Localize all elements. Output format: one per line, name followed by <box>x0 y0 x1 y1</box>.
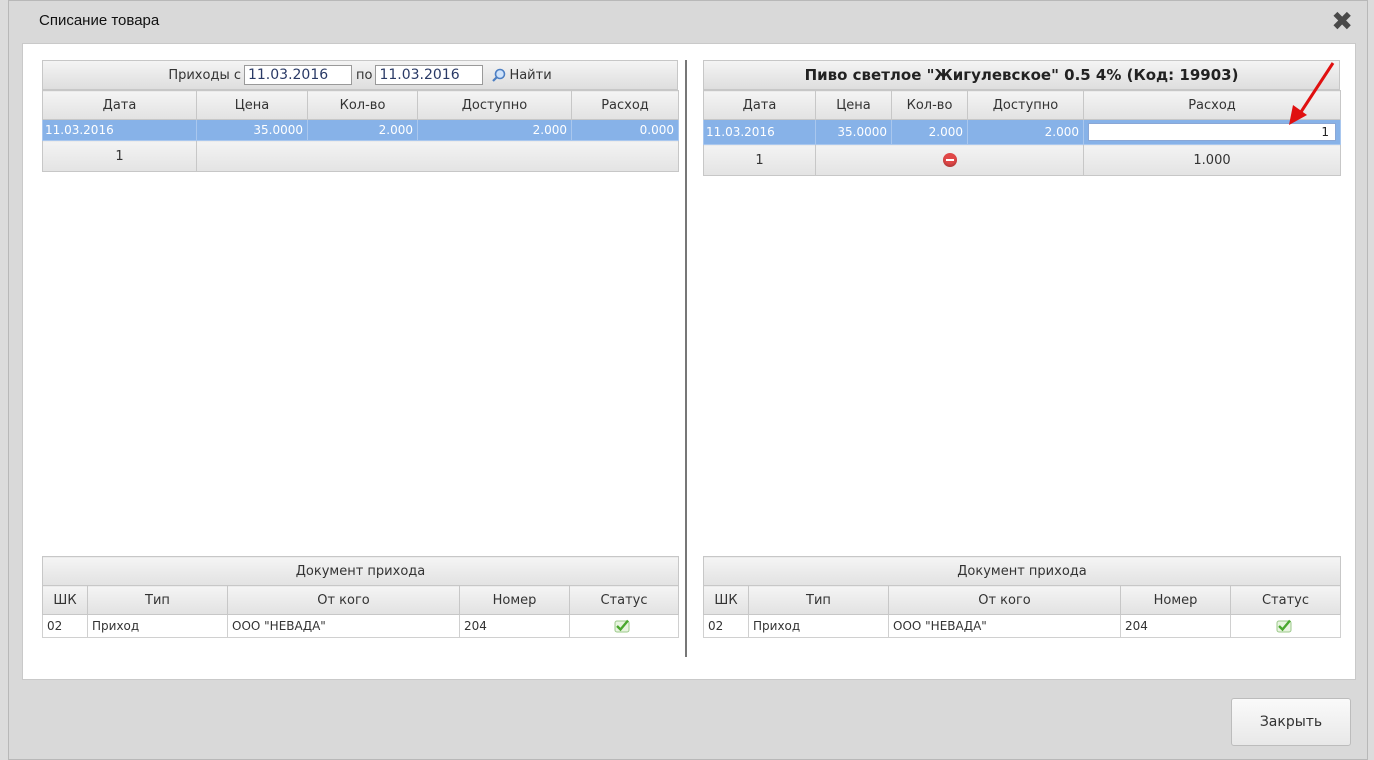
col-qty[interactable]: Кол-во <box>891 90 968 120</box>
cell-price: 35.0000 <box>196 119 308 141</box>
total-count: 1 <box>42 140 197 172</box>
product-title: Пиво светлое "Жигулевское" 0.5 4% (Код: … <box>804 66 1239 84</box>
doc-number: 204 <box>1120 614 1231 638</box>
doc-code: 02 <box>703 614 749 638</box>
doc-number: 204 <box>459 614 570 638</box>
cell-qty: 2.000 <box>891 119 968 145</box>
doc-col-from[interactable]: От кого <box>227 585 460 615</box>
date-from-input[interactable]: 11.03.2016 <box>243 65 352 85</box>
col-qty[interactable]: Кол-во <box>307 90 418 120</box>
find-button[interactable]: Найти <box>491 67 552 83</box>
cell-available: 2.000 <box>967 119 1084 145</box>
doc-status <box>569 614 679 638</box>
close-icon[interactable]: ✖ <box>1331 7 1353 37</box>
table-row[interactable]: 11.03.2016 35.0000 2.000 2.000 0.000 <box>42 119 679 141</box>
check-icon <box>614 619 630 633</box>
col-available[interactable]: Доступно <box>967 90 1084 120</box>
cell-qty: 2.000 <box>307 119 418 141</box>
search-icon <box>492 68 506 82</box>
doc-col-type[interactable]: Тип <box>87 585 228 615</box>
product-title-bar: Пиво светлое "Жигулевское" 0.5 4% (Код: … <box>703 60 1340 90</box>
doc-title: Документ прихода <box>42 556 679 586</box>
doc-col-number[interactable]: Номер <box>1120 585 1231 615</box>
doc-row[interactable]: 02 Приход ООО "НЕВАДА" 204 <box>703 614 1341 638</box>
doc-from: ООО "НЕВАДА" <box>888 614 1121 638</box>
doc-title: Документ прихода <box>703 556 1341 586</box>
doc-type: Приход <box>87 614 228 638</box>
col-date[interactable]: Дата <box>703 90 816 120</box>
date-to-input[interactable]: 11.03.2016 <box>375 65 484 85</box>
doc-col-code[interactable]: ШК <box>42 585 88 615</box>
cell-date: 11.03.2016 <box>42 119 197 141</box>
doc-code: 02 <box>42 614 88 638</box>
total-row: 1 1.000 <box>703 144 1341 176</box>
red-arrow-icon <box>1289 62 1335 125</box>
to-label: по <box>355 67 373 83</box>
total-empty <box>196 140 679 172</box>
incoming-filter-bar: Приходы с 11.03.2016 по 11.03.2016 Найти <box>42 60 678 90</box>
panel-divider <box>685 60 687 657</box>
col-date[interactable]: Дата <box>42 90 197 120</box>
remove-cell <box>815 144 1084 176</box>
from-label: Приходы с <box>168 67 241 83</box>
writeoff-table: Дата Цена Кол-во Доступно Расход 11.03.2… <box>703 90 1341 176</box>
doc-col-from[interactable]: От кого <box>888 585 1121 615</box>
total-row: 1 <box>42 140 679 172</box>
find-label: Найти <box>509 67 552 83</box>
doc-status <box>1230 614 1341 638</box>
writeoff-doc-table: Документ прихода ШК Тип От кого Номер Ст… <box>703 556 1341 638</box>
col-expense[interactable]: Расход <box>571 90 679 120</box>
doc-col-type[interactable]: Тип <box>748 585 889 615</box>
incoming-doc-table: Документ прихода ШК Тип От кого Номер Ст… <box>42 556 679 638</box>
remove-icon[interactable] <box>942 153 957 167</box>
col-price[interactable]: Цена <box>815 90 892 120</box>
doc-row[interactable]: 02 Приход ООО "НЕВАДА" 204 <box>42 614 679 638</box>
cell-expense: 0.000 <box>571 119 679 141</box>
col-price[interactable]: Цена <box>196 90 308 120</box>
close-button[interactable]: Закрыть <box>1231 698 1351 746</box>
cell-price: 35.0000 <box>815 119 892 145</box>
doc-col-code[interactable]: ШК <box>703 585 749 615</box>
write-off-dialog: Списание товара ✖ Приходы с 11.03.2016 п… <box>8 0 1368 760</box>
dialog-titlebar: Списание товара ✖ <box>9 1 1367 41</box>
doc-type: Приход <box>748 614 889 638</box>
doc-col-number[interactable]: Номер <box>459 585 570 615</box>
cell-available: 2.000 <box>417 119 572 141</box>
dialog-content: Приходы с 11.03.2016 по 11.03.2016 Найти… <box>22 43 1356 680</box>
cell-date: 11.03.2016 <box>703 119 816 145</box>
doc-col-status[interactable]: Статус <box>569 585 679 615</box>
total-expense: 1.000 <box>1083 144 1341 176</box>
total-count: 1 <box>703 144 816 176</box>
incoming-table: Дата Цена Кол-во Доступно Расход 11.03.2… <box>42 90 679 172</box>
doc-from: ООО "НЕВАДА" <box>227 614 460 638</box>
incoming-table-header: Дата Цена Кол-во Доступно Расход <box>42 90 679 120</box>
dialog-title: Списание товара <box>39 12 160 29</box>
table-row[interactable]: 11.03.2016 35.0000 2.000 2.000 1 <box>703 119 1341 145</box>
writeoff-table-header: Дата Цена Кол-во Доступно Расход <box>703 90 1341 120</box>
doc-col-status[interactable]: Статус <box>1230 585 1341 615</box>
check-icon <box>1276 619 1291 633</box>
col-available[interactable]: Доступно <box>417 90 572 120</box>
